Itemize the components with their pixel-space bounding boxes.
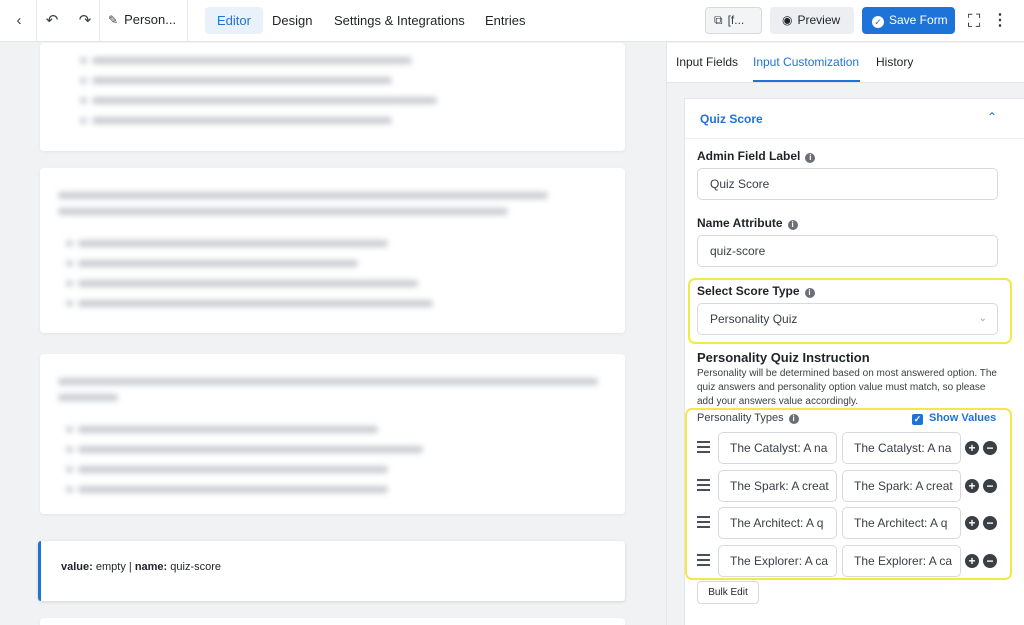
admin-field-label-input[interactable]: Quiz Score <box>697 168 998 200</box>
admin-field-label-text: Admin Field Label <box>697 149 801 163</box>
tab-input-customization[interactable]: Input Customization <box>753 55 859 69</box>
separator: | <box>128 561 132 573</box>
shortcode-button[interactable]: ⧉ [f... <box>705 7 762 34</box>
show-values-checkbox[interactable]: ✓ Show Values <box>912 412 996 425</box>
drag-handle-icon[interactable] <box>697 516 710 530</box>
option-label-input[interactable]: The Explorer: A ca <box>718 545 837 577</box>
personality-option-row: The Architect: A q The Architect: A q + … <box>697 507 997 539</box>
option-value-input[interactable]: The Spark: A creat <box>842 470 961 502</box>
panel-tabs: Input Fields Input Customization History <box>667 43 1024 83</box>
value-text: empty <box>95 561 126 573</box>
chevron-down-icon: ⌄ <box>978 313 987 324</box>
info-icon[interactable]: i <box>787 220 798 230</box>
question-card-blurred <box>40 354 625 514</box>
divider <box>187 0 188 42</box>
top-toolbar: ‹ ↶ ↷ ✎ Person... Editor Design Settings … <box>0 0 1024 42</box>
divider <box>99 0 100 42</box>
drag-handle-icon[interactable] <box>697 554 710 568</box>
option-value-input[interactable]: The Explorer: A ca <box>842 545 961 577</box>
add-option-icon[interactable]: + <box>965 441 979 455</box>
option-label-input[interactable]: The Architect: A q <box>718 507 837 539</box>
save-label: Save Form <box>889 13 948 27</box>
instruction-body: Personality will be determined based on … <box>697 368 997 407</box>
quiz-score-settings: Quiz Score ⌃ Admin Field Label i Quiz Sco… <box>684 98 1024 625</box>
back-chevron-icon[interactable]: ‹ <box>9 11 29 31</box>
personality-option-row: The Catalyst: A na The Catalyst: A na + … <box>697 432 997 464</box>
add-option-icon[interactable]: + <box>965 516 979 530</box>
section-title: Quiz Score <box>700 112 763 126</box>
field-info-text: value: empty | name: quiz-score <box>61 561 221 573</box>
check-circle-icon: ✓ <box>872 16 884 28</box>
bulk-edit-button[interactable]: Bulk Edit <box>697 581 759 604</box>
add-option-icon[interactable]: + <box>965 554 979 568</box>
info-icon[interactable]: i <box>788 414 799 424</box>
name-text: quiz-score <box>170 561 222 573</box>
personality-option-row: The Spark: A creat The Spark: A creat + … <box>697 470 997 502</box>
shortcode-label: [f... <box>727 13 745 27</box>
drag-handle-icon[interactable] <box>697 479 710 493</box>
section-header[interactable]: Quiz Score ⌃ <box>685 99 1024 139</box>
score-type-value: Personality Quiz <box>710 312 798 326</box>
name-attribute-label: Name Attribute i <box>697 216 798 230</box>
copy-icon: ⧉ <box>714 13 723 27</box>
tab-history[interactable]: History <box>876 55 913 69</box>
score-type-select[interactable]: Personality Quiz ⌄ <box>697 303 998 335</box>
form-title[interactable]: ✎ Person... <box>108 12 176 27</box>
score-type-label-text: Select Score Type <box>697 284 800 298</box>
name-key: name: <box>134 561 168 573</box>
add-option-icon[interactable]: + <box>965 479 979 493</box>
preview-button[interactable]: ◉ Preview <box>770 7 854 34</box>
info-icon[interactable]: i <box>804 288 815 298</box>
form-title-text: Person... <box>124 12 177 27</box>
more-vertical-icon[interactable]: ⋮ <box>990 11 1010 31</box>
eye-icon: ◉ <box>782 13 793 27</box>
show-values-label: Show Values <box>929 412 997 424</box>
option-label-input[interactable]: The Spark: A creat <box>718 470 837 502</box>
fullscreen-icon[interactable]: ⛶ <box>964 11 984 31</box>
active-tab-indicator <box>753 80 860 82</box>
question-card-blurred <box>40 618 625 625</box>
checkbox-checked-icon[interactable]: ✓ <box>912 414 923 425</box>
personality-types-label-text: Personality Types <box>697 412 784 424</box>
instruction-title: Personality Quiz Instruction <box>697 350 870 365</box>
drag-handle-icon[interactable] <box>697 441 710 455</box>
remove-option-icon[interactable]: − <box>983 441 997 455</box>
pencil-icon: ✎ <box>108 13 119 27</box>
remove-option-icon[interactable]: − <box>983 516 997 530</box>
tab-settings-integrations[interactable]: Settings & Integrations <box>322 7 477 34</box>
form-canvas: value: empty | name: quiz-score <box>0 43 666 625</box>
score-type-label: Select Score Type i <box>697 284 815 298</box>
tab-design[interactable]: Design <box>260 7 324 34</box>
undo-icon[interactable]: ↶ <box>42 11 62 31</box>
preview-label: Preview <box>797 13 841 27</box>
option-value-input[interactable]: The Architect: A q <box>842 507 961 539</box>
redo-icon[interactable]: ↷ <box>75 11 95 31</box>
personality-option-row: The Explorer: A ca The Explorer: A ca + … <box>697 545 997 577</box>
option-label-input[interactable]: The Catalyst: A na <box>718 432 837 464</box>
option-value-input[interactable]: The Catalyst: A na <box>842 432 961 464</box>
divider <box>36 0 37 42</box>
admin-field-label: Admin Field Label i <box>697 149 816 163</box>
settings-panel: Input Fields Input Customization History… <box>666 43 1024 625</box>
remove-option-icon[interactable]: − <box>983 479 997 493</box>
personality-types-label: Personality Types i <box>697 412 799 424</box>
tab-entries[interactable]: Entries <box>473 7 537 34</box>
remove-option-icon[interactable]: − <box>983 554 997 568</box>
name-attribute-label-text: Name Attribute <box>697 216 783 230</box>
selected-field-card[interactable]: value: empty | name: quiz-score <box>38 541 625 601</box>
tab-editor[interactable]: Editor <box>205 7 263 34</box>
value-key: value: <box>61 561 93 573</box>
chevron-up-icon[interactable]: ⌃ <box>987 110 997 124</box>
info-icon[interactable]: i <box>805 153 816 163</box>
question-card-blurred <box>40 168 625 333</box>
question-card-blurred <box>40 43 625 151</box>
save-form-button[interactable]: ✓ Save Form <box>862 7 955 34</box>
tab-input-fields[interactable]: Input Fields <box>676 55 738 69</box>
name-attribute-input[interactable]: quiz-score <box>697 235 998 267</box>
